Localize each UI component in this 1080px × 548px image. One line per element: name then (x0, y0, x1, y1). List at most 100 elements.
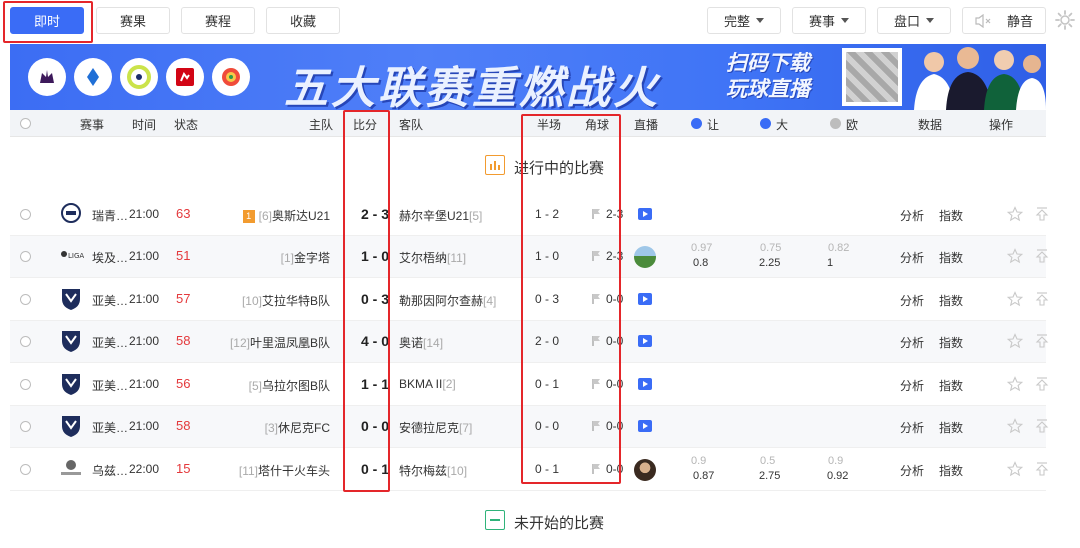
analysis-link[interactable]: 分析 (900, 462, 924, 479)
pin-top-icon[interactable] (1034, 376, 1050, 395)
live-play-icon[interactable] (638, 335, 652, 347)
table-row[interactable]: 瑞青… 21:00 63 1 [6]奥斯达U21 2 - 3 赫尔辛堡U21[5] 1 - 2… (10, 194, 1049, 236)
league-name[interactable]: 埃及… (92, 249, 128, 266)
table-row[interactable]: 亚美… 21:00 57 [10]艾拉华特B队 0 - 3 勒那因阿尔查赫[4] 0 - 3… (10, 279, 1049, 321)
star-icon[interactable] (1006, 291, 1024, 310)
away-team[interactable]: 赫尔辛堡U21[5] (399, 207, 482, 224)
index-link[interactable]: 指数 (939, 207, 963, 224)
over-live[interactable]: 2.25 (759, 257, 780, 269)
handicap-live[interactable]: 0.87 (693, 470, 714, 482)
row-select-radio[interactable] (20, 464, 31, 475)
handicap-live[interactable]: 0.8 (693, 257, 708, 269)
row-select-radio[interactable] (20, 421, 31, 432)
home-team[interactable]: [12]叶里温凤凰B队 (230, 334, 330, 351)
live-avatar-thumb[interactable] (634, 459, 656, 481)
analysis-link[interactable]: 分析 (900, 334, 924, 351)
star-icon[interactable] (1006, 248, 1024, 267)
live-stream-thumb[interactable] (634, 246, 656, 268)
pin-top-icon[interactable] (1034, 206, 1050, 225)
away-team-name[interactable]: BKMA II (399, 377, 442, 391)
match-score[interactable]: 1 - 1 (351, 376, 399, 392)
row-select-radio[interactable] (20, 294, 31, 305)
pin-top-icon[interactable] (1034, 461, 1050, 480)
away-team-name[interactable]: 奥诺 (399, 336, 423, 350)
analysis-link[interactable]: 分析 (900, 249, 924, 266)
euro-live[interactable]: 0.92 (827, 470, 848, 482)
analysis-link[interactable]: 分析 (900, 377, 924, 394)
live-play-icon[interactable] (638, 378, 652, 390)
away-team-name[interactable]: 赫尔辛堡U21 (399, 209, 469, 223)
home-team[interactable]: [10]艾拉华特B队 (242, 292, 330, 309)
home-team-name[interactable]: 乌拉尔图B队 (262, 379, 330, 393)
star-icon[interactable] (1006, 461, 1024, 480)
match-score[interactable]: 0 - 3 (351, 291, 399, 307)
table-row[interactable]: 亚美… 21:00 58 [3]休尼克FC 0 - 0 安德拉尼克[7] 0 - 0 0-0 分… (10, 406, 1049, 448)
home-team-name[interactable]: 艾拉华特B队 (262, 294, 330, 308)
home-team-name[interactable]: 塔什干火车头 (258, 464, 330, 478)
home-team[interactable]: [3]休尼克FC (265, 419, 330, 436)
away-team-name[interactable]: 艾尔梧纳 (399, 251, 447, 265)
tab-results[interactable]: 赛果 (96, 7, 170, 34)
away-team[interactable]: 特尔梅兹[10] (399, 462, 467, 479)
away-team-name[interactable]: 安德拉尼克 (399, 421, 459, 435)
row-select-radio[interactable] (20, 379, 31, 390)
home-team[interactable]: [5]乌拉尔图B队 (249, 377, 330, 394)
away-team[interactable]: BKMA II[2] (399, 377, 456, 391)
match-score[interactable]: 2 - 3 (351, 206, 399, 222)
analysis-link[interactable]: 分析 (900, 419, 924, 436)
row-select-radio[interactable] (20, 336, 31, 347)
league-name[interactable]: 乌兹… (92, 462, 128, 479)
star-icon[interactable] (1006, 206, 1024, 225)
star-icon[interactable] (1006, 333, 1024, 352)
pin-top-icon[interactable] (1034, 248, 1050, 267)
table-row[interactable]: LIGA 埃及… 21:00 51 [1]金字塔 1 - 0 艾尔梧纳[11] 1 - 0 2-… (10, 236, 1049, 278)
match-score[interactable]: 1 - 0 (351, 248, 399, 264)
analysis-link[interactable]: 分析 (900, 292, 924, 309)
table-row[interactable]: 亚美… 21:00 56 [5]乌拉尔图B队 1 - 1 BKMA II[2] 0 - 1 0… (10, 364, 1049, 406)
index-link[interactable]: 指数 (939, 334, 963, 351)
row-select-radio[interactable] (20, 209, 31, 220)
home-team-name[interactable]: 金字塔 (294, 251, 330, 265)
pin-top-icon[interactable] (1034, 291, 1050, 310)
tab-live[interactable]: 即时 (10, 7, 84, 34)
home-team-name[interactable]: 叶里温凤凰B队 (250, 336, 330, 350)
star-icon[interactable] (1006, 376, 1024, 395)
filter-odds-dropdown[interactable]: 盘口 (877, 7, 951, 34)
index-link[interactable]: 指数 (939, 249, 963, 266)
match-score[interactable]: 0 - 1 (351, 461, 399, 477)
league-name[interactable]: 亚美… (92, 377, 128, 394)
filter-league-dropdown[interactable]: 赛事 (792, 7, 866, 34)
home-team-name[interactable]: 休尼克FC (278, 421, 330, 435)
live-play-icon[interactable] (638, 420, 652, 432)
table-row[interactable]: 亚美… 21:00 58 [12]叶里温凤凰B队 4 - 0 奥诺[14] 2 - 0 0-0… (10, 321, 1049, 363)
league-name[interactable]: 亚美… (92, 419, 128, 436)
select-all-radio[interactable] (20, 118, 31, 129)
match-score[interactable]: 0 - 0 (351, 418, 399, 434)
tab-schedule[interactable]: 赛程 (181, 7, 255, 34)
home-team[interactable]: [1]金字塔 (281, 249, 330, 266)
table-row[interactable]: 乌兹… 22:00 15 [11]塔什干火车头 0 - 1 特尔梅兹[10] 0 - 1 0-… (10, 449, 1049, 491)
away-team[interactable]: 艾尔梧纳[11] (399, 249, 466, 266)
away-team-name[interactable]: 勒那因阿尔查赫 (399, 294, 483, 308)
mute-button[interactable]: 静音 (962, 7, 1046, 34)
home-team[interactable]: 1 [6]奥斯达U21 (242, 207, 330, 224)
promo-banner[interactable]: 五大联赛重燃战火 扫码下载 玩球直播 (10, 44, 1046, 110)
away-team[interactable]: 勒那因阿尔查赫[4] (399, 292, 496, 309)
league-name[interactable]: 亚美… (92, 292, 128, 309)
pin-top-icon[interactable] (1034, 418, 1050, 437)
home-team[interactable]: [11]塔什干火车头 (239, 462, 330, 479)
away-team-name[interactable]: 特尔梅兹 (399, 464, 447, 478)
pin-top-icon[interactable] (1034, 333, 1050, 352)
away-team[interactable]: 奥诺[14] (399, 334, 443, 351)
away-team[interactable]: 安德拉尼克[7] (399, 419, 472, 436)
over-live[interactable]: 2.75 (759, 470, 780, 482)
euro-check-icon[interactable] (830, 118, 841, 129)
tab-favorites[interactable]: 收藏 (266, 7, 340, 34)
index-link[interactable]: 指数 (939, 462, 963, 479)
league-name[interactable]: 亚美… (92, 334, 128, 351)
live-play-icon[interactable] (638, 293, 652, 305)
league-name[interactable]: 瑞青… (92, 207, 128, 224)
filter-full-dropdown[interactable]: 完整 (707, 7, 781, 34)
match-score[interactable]: 4 - 0 (351, 333, 399, 349)
analysis-link[interactable]: 分析 (900, 207, 924, 224)
